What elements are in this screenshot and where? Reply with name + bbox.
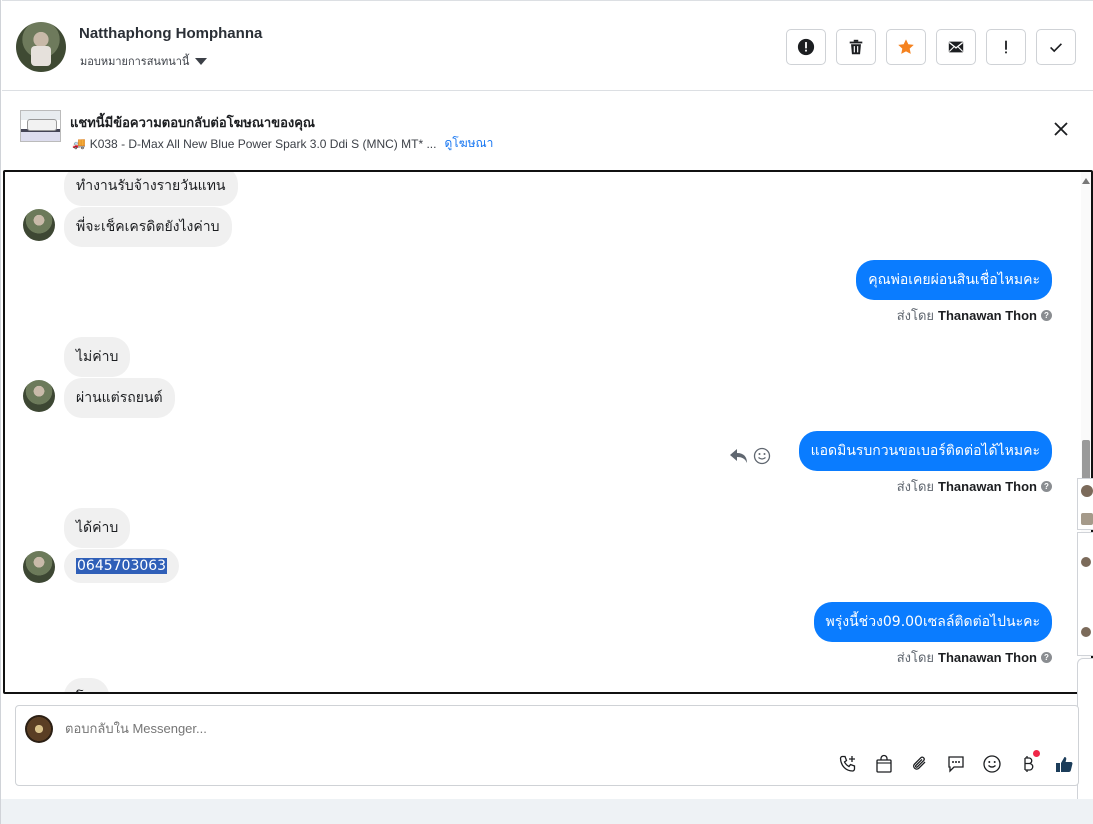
phone-plus-icon: [839, 755, 856, 772]
ad-reply-banner: แชทนี้มีข้อความตอบกลับต่อโฆษณาของคุณ 🚚 K…: [2, 92, 1093, 170]
incoming-message: โ...: [64, 678, 109, 692]
mark-done-button[interactable]: [1036, 29, 1076, 65]
incoming-message: ผ่านแต่รถยนต์: [64, 378, 175, 418]
paperclip-icon: [913, 756, 926, 770]
incoming-message-phone: 0645703063: [64, 549, 180, 583]
notification-dot: [1033, 750, 1040, 757]
sent-by-prefix: ส่งโดย: [896, 650, 935, 665]
envelope-icon: [948, 41, 964, 53]
smiley-icon[interactable]: [753, 447, 771, 465]
assign-conversation-dropdown[interactable]: มอบหมายการสนทนานี้: [80, 52, 208, 70]
outgoing-message: พรุ่งนี้ช่วง09.00เซลล์ติดต่อไปนะคะ: [813, 602, 1052, 642]
ad-details: 🚚 K038 - D-Max All New Blue Power Spark …: [72, 134, 493, 153]
exclamation-icon: [1005, 40, 1007, 54]
reply-input[interactable]: [65, 721, 665, 736]
header-actions: [786, 29, 1076, 65]
reply-icon[interactable]: [729, 447, 749, 465]
help-icon[interactable]: ?: [1041, 310, 1052, 321]
contact-avatar-small: [23, 380, 55, 412]
saved-replies-button[interactable]: [944, 752, 968, 776]
contact-avatar-small: [23, 551, 55, 583]
mark-unread-button[interactable]: [936, 29, 976, 65]
sent-by-agent: Thanawan Thon: [938, 650, 1037, 665]
chat-bubble-icon: [948, 756, 964, 773]
outgoing-message: คุณพ่อเคยผ่อนสินเชื่อไหมคะ: [856, 260, 1052, 300]
star-icon: [898, 39, 914, 54]
contact-name[interactable]: Natthaphong Homphanna: [79, 25, 262, 42]
composer-tools: [836, 750, 1076, 776]
call-button[interactable]: [836, 752, 860, 776]
side-panel-edge[interactable]: [1077, 478, 1093, 530]
message-thread[interactable]: ทำงานรับจ้างรายวันแทน พี่จะเช็คเครดิตยัง…: [3, 170, 1093, 694]
sent-by-prefix: ส่งโดย: [896, 479, 935, 494]
sent-by-label: ส่งโดย Thanawan Thon ?: [897, 305, 1052, 326]
sent-by-agent: Thanawan Thon: [938, 308, 1037, 323]
incoming-message: ได้ค่าบ: [64, 508, 131, 548]
payment-button[interactable]: [1016, 750, 1040, 776]
trash-icon: [849, 39, 863, 55]
check-icon: [1050, 43, 1062, 53]
page-avatar: [25, 715, 53, 743]
ad-name: K038 - D-Max All New Blue Power Spark 3.…: [89, 136, 437, 151]
caret-down-icon: [195, 57, 208, 65]
sent-by-label: ส่งโดย Thanawan Thon ?: [897, 476, 1052, 497]
contact-avatar-small: [23, 209, 55, 241]
help-icon[interactable]: ?: [1041, 481, 1052, 492]
emoji-button[interactable]: [980, 752, 1004, 776]
delete-button[interactable]: [836, 29, 876, 65]
shopping-bag-icon: [876, 754, 892, 773]
star-button[interactable]: [886, 29, 926, 65]
ad-banner-title: แชทนี้มีข้อความตอบกลับต่อโฆษณาของคุณ: [70, 116, 315, 131]
shop-button[interactable]: [872, 752, 896, 776]
help-icon[interactable]: ?: [1041, 652, 1052, 663]
incoming-message: พี่จะเช็คเครดิตยังไงค่าบ: [64, 207, 232, 247]
thumbs-up-icon: [1056, 757, 1073, 772]
side-panel-edge[interactable]: [1077, 532, 1093, 656]
sent-by-prefix: ส่งโดย: [896, 308, 935, 323]
alert-circle-icon: [797, 38, 815, 56]
side-popup-edge[interactable]: [1077, 658, 1093, 812]
incoming-message: ไม่ค่าบ: [64, 337, 131, 377]
scroll-up-arrow-icon[interactable]: [1082, 178, 1090, 184]
selected-phone-number[interactable]: 0645703063: [76, 558, 168, 574]
reply-composer: [15, 705, 1079, 786]
conversation-panel: Natthaphong Homphanna มอบหมายการสนทนานี้: [0, 0, 1093, 824]
close-icon[interactable]: [1052, 120, 1070, 138]
sent-by-agent: Thanawan Thon: [938, 479, 1037, 494]
conversation-header: Natthaphong Homphanna มอบหมายการสนทนานี้: [2, 0, 1093, 91]
outgoing-message: แอดมินรบกวนขอเบอร์ติดต่อได้ไหมคะ: [798, 431, 1052, 471]
side-avatar: [1081, 485, 1093, 497]
view-ad-link[interactable]: ดูโฆษณา: [444, 134, 493, 153]
baht-icon: [1024, 756, 1034, 772]
side-avatar: [1081, 627, 1091, 637]
priority-button[interactable]: [986, 29, 1026, 65]
truck-icon: 🚚: [72, 138, 86, 150]
assign-label: มอบหมายการสนทนานี้: [80, 55, 190, 68]
side-avatar: [1081, 557, 1091, 567]
side-thumbnail: [1081, 513, 1093, 525]
sent-by-label: ส่งโดย Thanawan Thon ?: [897, 647, 1052, 668]
like-button[interactable]: [1052, 752, 1076, 776]
scrollbar-thumb[interactable]: [1082, 440, 1090, 480]
ad-thumbnail: [20, 110, 61, 142]
spam-button[interactable]: [786, 29, 826, 65]
incoming-message: ทำงานรับจ้างรายวันแทน: [64, 172, 238, 206]
footer-band: [1, 799, 1093, 824]
contact-avatar[interactable]: [16, 22, 66, 72]
message-tools: [729, 447, 771, 465]
attach-button[interactable]: [908, 752, 932, 776]
smiley-icon: [983, 755, 1001, 773]
